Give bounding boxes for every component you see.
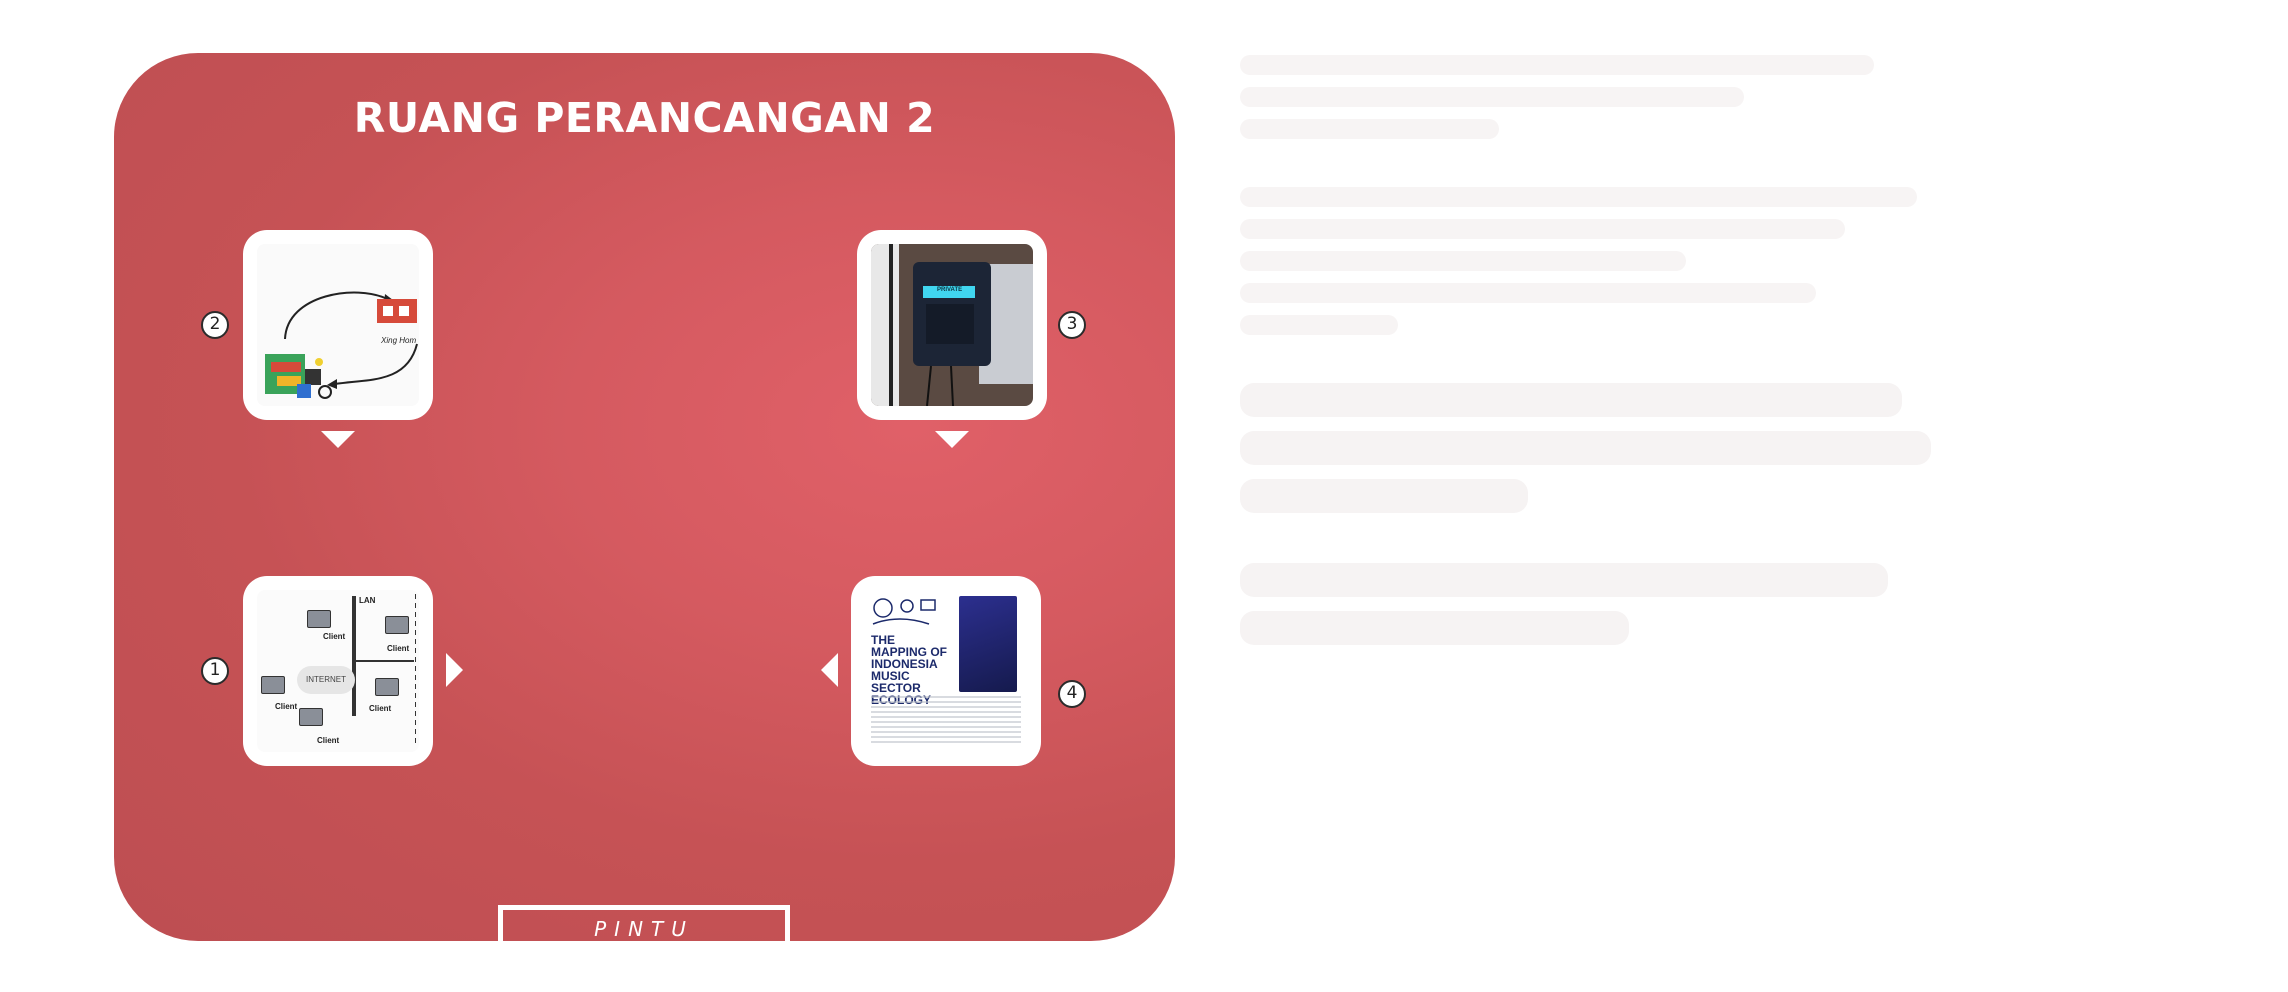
card-3[interactable]: PRIVATE: [857, 230, 1047, 420]
card-1-arrow-right-icon[interactable]: [446, 653, 463, 687]
card-3-thumb-text: PRIVATE: [937, 287, 963, 293]
client-label-4: Client: [369, 704, 392, 713]
room-panel: RUANG PERANCANGAN 2 Xing Hom 2 PRIVATE 3…: [114, 53, 1175, 941]
card-2-arrow-down-icon[interactable]: [321, 431, 355, 448]
card-1-number-badge: 1: [201, 657, 229, 685]
internet-cloud-icon: INTERNET: [297, 666, 355, 694]
card-3-thumbnail: PRIVATE: [871, 244, 1033, 406]
card-4-number-badge: 4: [1058, 680, 1086, 708]
card-3-number-badge: 3: [1058, 311, 1086, 339]
client-label-2: Client: [387, 644, 410, 653]
door-button[interactable]: PINTU: [498, 905, 790, 941]
client-label-1: Client: [323, 632, 346, 641]
card-3-arrow-down-icon[interactable]: [935, 431, 969, 448]
client-laptop-icon: [375, 678, 399, 696]
lan-right-dashed-line: [415, 594, 416, 744]
card-2-number-badge: 2: [201, 311, 229, 339]
card-4-arrow-left-icon[interactable]: [821, 653, 838, 687]
report-body-text: [871, 696, 1021, 746]
client-label-3: Client: [275, 702, 298, 711]
client-label-5: Client: [317, 736, 340, 745]
card-1-thumbnail: LAN Client Client INTERNET Client Client…: [257, 590, 419, 752]
client-computer-icon: [385, 616, 409, 634]
card-2[interactable]: Xing Hom: [243, 230, 433, 420]
client-laptop-icon: [261, 676, 285, 694]
doodle-art-image: [872, 598, 936, 625]
card-4[interactable]: THE MAPPING OF INDONESIA MUSIC SECTOR EC…: [851, 576, 1041, 766]
card-1[interactable]: LAN Client Client INTERNET Client Client…: [243, 576, 433, 766]
client-computer-icon: [307, 610, 331, 628]
card-4-thumbnail: THE MAPPING OF INDONESIA MUSIC SECTOR EC…: [865, 590, 1027, 752]
report-cover-image: [959, 596, 1017, 692]
supply-chain-image: [257, 244, 419, 406]
room-title: RUANG PERANCANGAN 2: [353, 94, 936, 142]
card-2-thumbnail: Xing Hom: [257, 244, 419, 406]
card-2-thumb-text: Xing Hom: [381, 336, 417, 345]
lan-branch-line: [354, 660, 414, 662]
faded-text-block: [1240, 55, 1960, 659]
client-computer-icon: [299, 708, 323, 726]
lan-line: [352, 596, 356, 716]
device-photo-image: [871, 244, 1033, 406]
lan-label: LAN: [359, 596, 376, 605]
